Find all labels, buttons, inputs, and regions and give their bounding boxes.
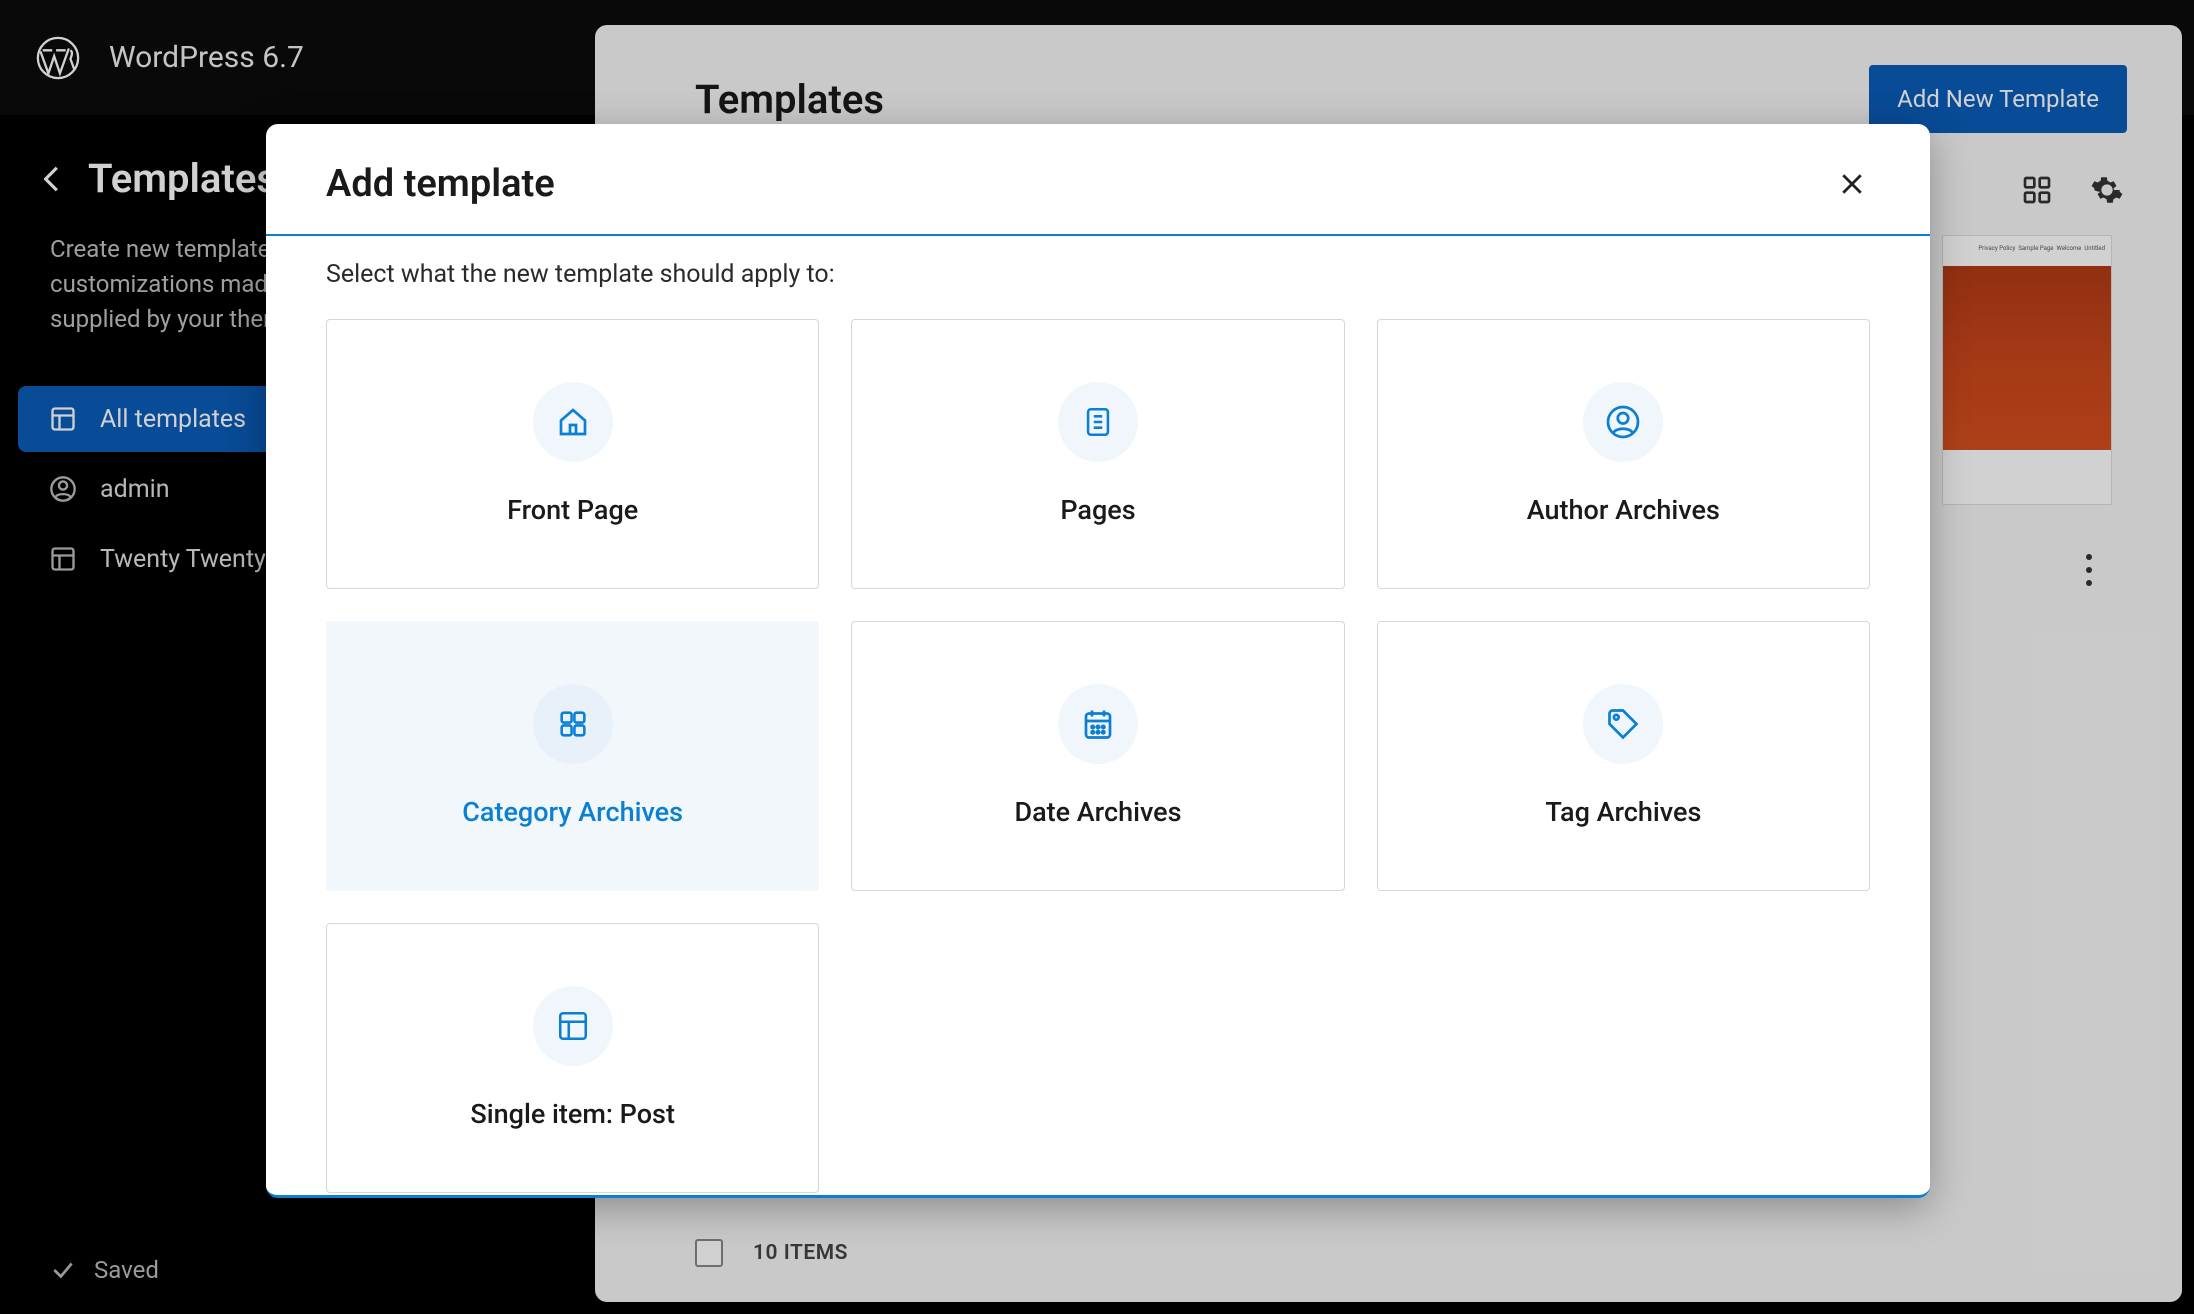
card-category-archives[interactable]: Category Archives: [326, 621, 819, 891]
card-front-page[interactable]: Front Page: [326, 319, 819, 589]
author-icon: [1583, 382, 1663, 462]
modal-title: Add template: [326, 162, 555, 206]
card-label: Date Archives: [1014, 796, 1181, 828]
card-label: Front Page: [507, 494, 638, 526]
card-label: Single item: Post: [470, 1098, 675, 1130]
card-single-item-post[interactable]: Single item: Post: [326, 923, 819, 1193]
grid-icon: [533, 684, 613, 764]
close-button[interactable]: [1834, 166, 1870, 202]
card-label: Category Archives: [462, 796, 683, 828]
card-date-archives[interactable]: Date Archives: [851, 621, 1344, 891]
tag-icon: [1583, 684, 1663, 764]
home-icon: [533, 382, 613, 462]
layout-icon: [533, 986, 613, 1066]
card-pages[interactable]: Pages: [851, 319, 1344, 589]
page-icon: [1058, 382, 1138, 462]
card-tag-archives[interactable]: Tag Archives: [1377, 621, 1870, 891]
card-label: Pages: [1060, 494, 1135, 526]
calendar-icon: [1058, 684, 1138, 764]
card-author-archives[interactable]: Author Archives: [1377, 319, 1870, 589]
card-label: Tag Archives: [1545, 796, 1701, 828]
modal-header: Add template: [266, 124, 1930, 234]
close-icon: [1837, 169, 1867, 199]
template-cards-grid: Front Page Pages Author Archives Categor…: [266, 319, 1930, 1193]
add-template-modal: Add template Select what the new templat…: [266, 124, 1930, 1198]
card-label: Author Archives: [1527, 494, 1720, 526]
modal-subtitle: Select what the new template should appl…: [266, 236, 1930, 319]
